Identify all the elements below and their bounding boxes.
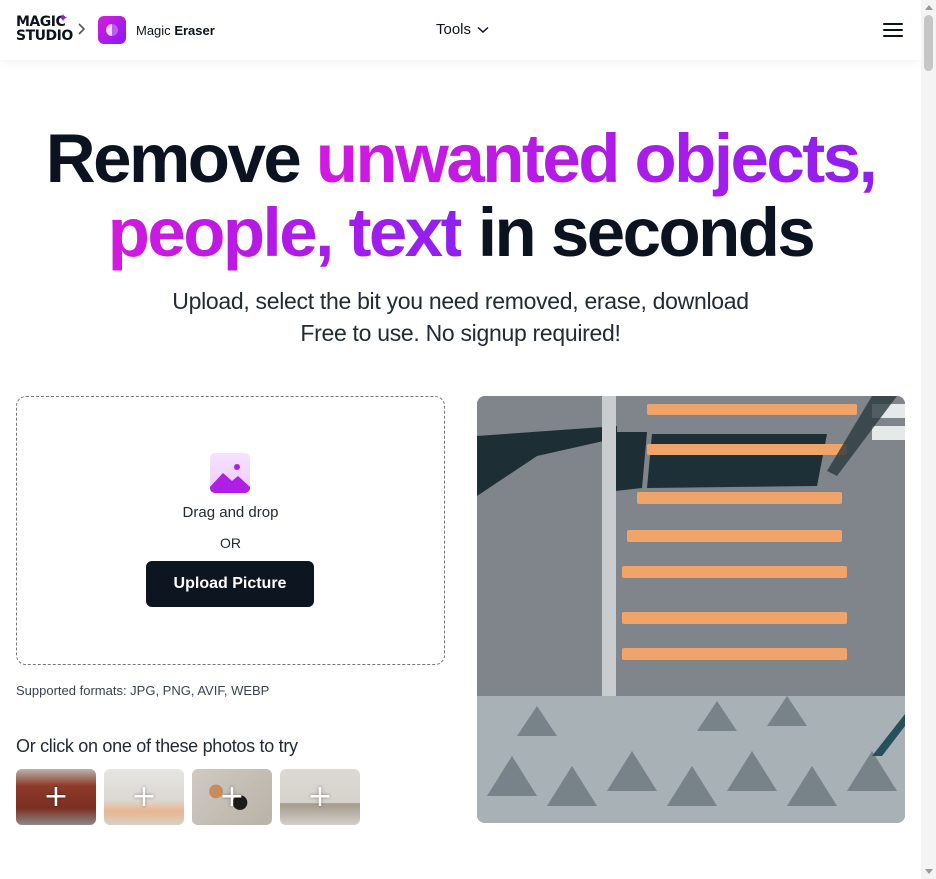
app-name-bold: Eraser [174, 23, 215, 38]
hero-title-plain-2: in seconds [461, 194, 816, 271]
hero-subtitle-line-2: Free to use. No signup required! [300, 320, 621, 346]
drag-and-drop-label: Drag and drop [182, 504, 279, 521]
plus-icon: + [131, 779, 157, 814]
logo-line-2: STUDIO [16, 28, 73, 44]
hamburger-menu-icon[interactable] [883, 22, 903, 38]
hero-title: Remove unwanted objects, people, text in… [0, 122, 921, 270]
upload-picture-button[interactable]: Upload Picture [146, 561, 314, 607]
plus-icon: + [219, 779, 245, 814]
sample-photo-2[interactable]: + [104, 769, 184, 825]
sparkle-icon: ✦ [58, 11, 69, 25]
sample-photo-3[interactable]: + [192, 769, 272, 825]
sample-photo-1[interactable]: + [16, 769, 96, 825]
chevron-right-icon [78, 23, 86, 35]
hero-title-plain-1: Remove [45, 120, 316, 197]
image-icon [210, 453, 250, 493]
magic-studio-logo[interactable]: MAGIC STUDIO ✦ [16, 11, 73, 46]
scroll-up-arrow-icon[interactable] [925, 5, 933, 10]
app-name-prefix: Magic [136, 23, 171, 38]
top-header: MAGIC STUDIO ✦ Magic Eraser Tools [0, 0, 921, 60]
page-scrollbar[interactable] [921, 0, 936, 879]
supported-formats-text: Supported formats: JPG, PNG, AVIF, WEBP [16, 683, 270, 698]
hero-title-highlight-2: people, text [107, 194, 464, 271]
tools-label: Tools [436, 21, 472, 38]
hero-subtitle-line-1: Upload, select the bit you need removed,… [172, 288, 749, 314]
hero-subtitle: Upload, select the bit you need removed,… [0, 285, 921, 349]
magic-eraser-app-icon[interactable] [98, 16, 126, 44]
upload-dropzone[interactable]: Drag and drop OR Upload Picture [16, 396, 445, 665]
scroll-down-arrow-icon[interactable] [925, 869, 933, 874]
sample-photos-heading: Or click on one of these photos to try [16, 736, 298, 756]
hero-title-highlight-1: unwanted objects, [315, 120, 878, 197]
app-name[interactable]: Magic Eraser [136, 23, 215, 38]
sample-photo-4[interactable]: + [280, 769, 360, 825]
hero-section: Remove unwanted objects, people, text in… [0, 122, 921, 270]
scrollbar-thumb[interactable] [924, 15, 933, 71]
plus-icon: + [307, 779, 333, 814]
chevron-down-icon [477, 26, 489, 33]
or-label: OR [220, 535, 241, 551]
demo-before-after-image [477, 396, 905, 823]
tools-dropdown[interactable]: Tools [436, 21, 489, 38]
plus-icon: + [43, 779, 69, 814]
